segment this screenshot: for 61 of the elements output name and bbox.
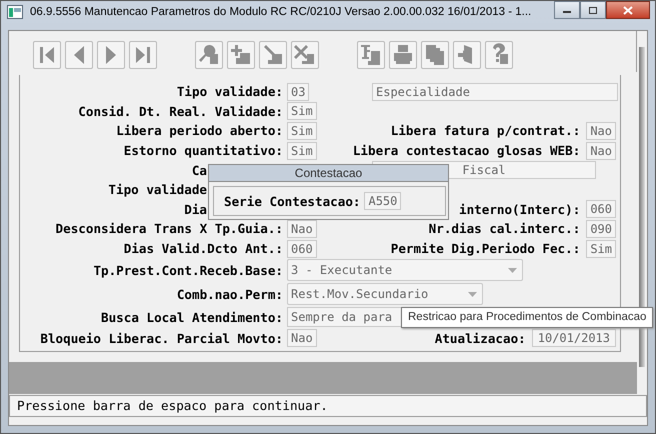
caret-icon: [508, 268, 517, 273]
input-field[interactable]: Sim: [287, 102, 317, 120]
caret-icon: [468, 292, 477, 297]
maximize-icon: [588, 6, 598, 14]
field-label: Bloqueio Liberac. Parcial Movto:: [39, 330, 283, 346]
field-label: Atualizacao:: [434, 330, 526, 346]
input-field[interactable]: 060: [287, 240, 317, 258]
next-button[interactable]: [97, 41, 125, 69]
help-button[interactable]: [485, 41, 513, 69]
input-field[interactable]: 03: [287, 82, 310, 101]
field-label: Dia: [183, 202, 207, 217]
delete-button[interactable]: [291, 41, 319, 69]
print-button[interactable]: [389, 41, 417, 69]
window-title: 06.9.5556 Manutencao Parametros do Modulo RC RC/0210J Versao 2.00.00.032 16/01/2013 - 1...: [30, 6, 532, 18]
field-label: Nr.dias cal.interc.:: [428, 221, 580, 236]
exit-button[interactable]: [453, 41, 481, 69]
field-label: Libera periodo aberto:: [115, 123, 283, 138]
field-label: Desconsidera Trans X Tp.Guia.:: [54, 221, 283, 236]
close-button[interactable]: [606, 1, 650, 19]
input-field[interactable]: Sim: [287, 142, 317, 160]
field-label: Libera fatura p/contrat.:: [390, 123, 580, 138]
close-icon: [623, 6, 633, 14]
field-label: Estorno quantitativo:: [122, 143, 283, 158]
status-text: Pressione barra de espaco para continuar.: [17, 398, 328, 414]
input-field[interactable]: Nao: [287, 220, 317, 238]
copy-button[interactable]: [421, 41, 449, 69]
input-field[interactable]: 090: [586, 220, 616, 238]
input-field[interactable]: Nao: [287, 329, 317, 348]
field-label: Tp.Prest.Cont.Receb.Base:: [92, 262, 283, 278]
field-label: Busca Local Atendimento:: [100, 310, 283, 325]
minimize-button[interactable]: [554, 1, 580, 19]
field-label: Tipo validade: [107, 182, 207, 198]
field-label: Ca: [190, 162, 207, 178]
field-label: Tipo validade:: [176, 84, 283, 100]
last-button[interactable]: [129, 41, 157, 69]
input-field[interactable]: Nao: [586, 122, 616, 140]
edit-button[interactable]: [259, 41, 287, 69]
field-label: Consid. Dt. Real. Validade:: [77, 104, 283, 119]
field-label: Dias Valid.Dcto Ant.:: [122, 241, 283, 256]
input-field[interactable]: A550: [364, 192, 402, 210]
input-field[interactable]: Sim: [287, 122, 317, 140]
field-label: Serie Contestacao:: [224, 194, 360, 208]
dialog-title: Contestacao: [209, 165, 448, 182]
field-label: Libera contestacao glosas WEB:: [352, 143, 580, 158]
prev-button[interactable]: [65, 41, 93, 69]
field-label: Permite Dig.Periodo Fec.:: [390, 241, 580, 256]
input-field[interactable]: Sim: [586, 240, 616, 258]
dropdown[interactable]: 3 - Executante: [287, 259, 523, 282]
field-label: Comb.nao.Perm:: [176, 286, 283, 302]
dropdown[interactable]: Rest.Mov.Secundario: [287, 283, 483, 306]
input-field[interactable]: 10/01/2013: [532, 329, 616, 348]
maximize-button[interactable]: [580, 1, 606, 19]
input-field[interactable]: Nao: [586, 142, 616, 160]
field-label: interno(Interc):: [458, 202, 580, 217]
first-button[interactable]: [33, 41, 61, 69]
key-button[interactable]: [195, 41, 223, 69]
add-button[interactable]: [227, 41, 255, 69]
input-field[interactable]: 060: [586, 200, 616, 218]
tooltip: Restricao para Procedimentos de Combinacao: [401, 307, 654, 328]
input-field[interactable]: Especialidade: [372, 82, 618, 101]
app-icon: [7, 5, 23, 19]
